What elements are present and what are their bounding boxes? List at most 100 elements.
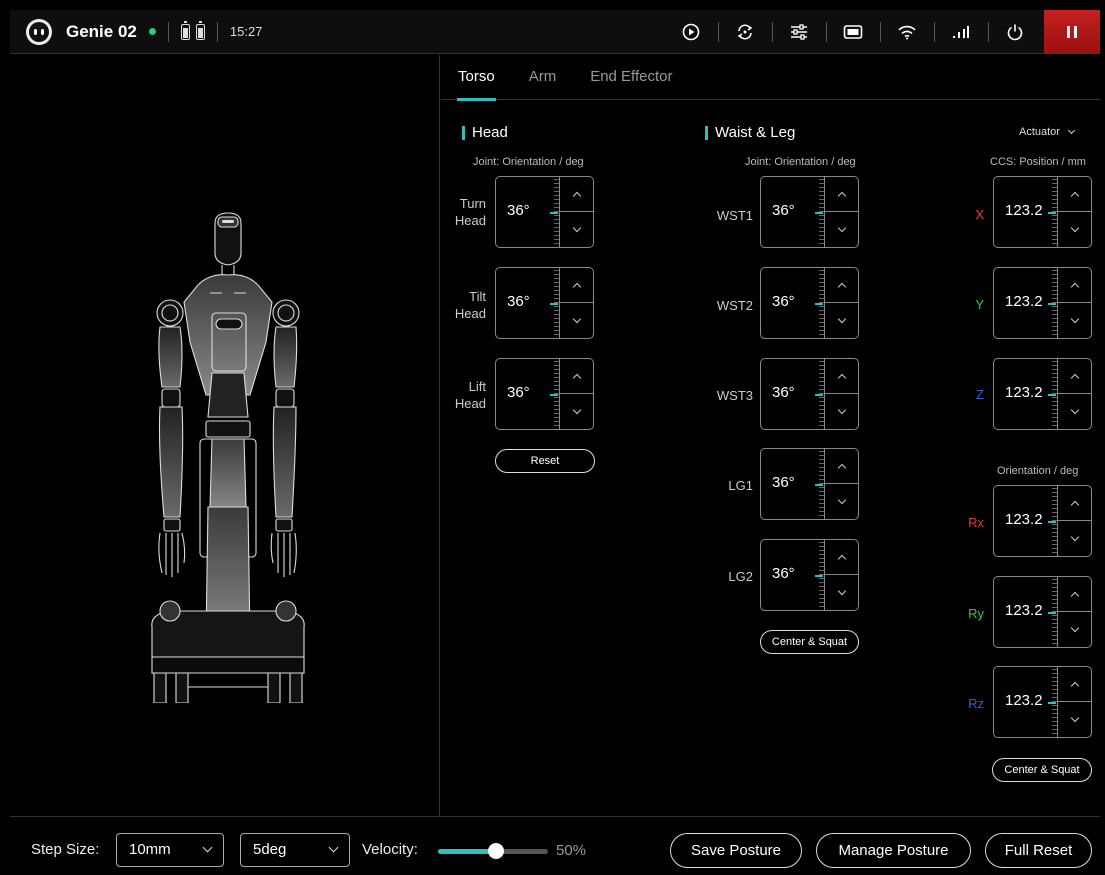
ccs-center-squat-button[interactable]: Center & Squat [992,758,1092,782]
ry-up-button[interactable] [1058,577,1091,612]
lg1-value[interactable]: 36° [772,474,795,491]
tab-bar: Torso Arm End Effector [441,55,1101,101]
ry-value[interactable]: 123.2 [1005,602,1043,619]
wst2-up-button[interactable] [825,268,858,303]
axis-ry-label: Ry [968,606,984,621]
robot-logo-icon [26,18,52,45]
z-down-button[interactable] [1058,394,1091,429]
lg2-value[interactable]: 36° [772,565,795,582]
lg2-stepper[interactable]: 36° [760,539,859,611]
power-icon[interactable] [988,10,1042,54]
wst1-value[interactable]: 36° [772,202,795,219]
manage-posture-button[interactable]: Manage Posture [816,833,971,868]
wst1-stepper[interactable]: 36° [760,176,859,248]
turn-head-down-button[interactable] [560,212,593,247]
play-circle-icon[interactable] [664,10,718,54]
waist-section-title: Waist & Leg [705,124,795,141]
display-icon[interactable] [826,10,880,54]
pause-icon[interactable] [1044,9,1100,54]
rotate-icon[interactable] [718,10,772,54]
lg1-down-button[interactable] [825,484,858,519]
sliders-icon[interactable] [772,10,826,54]
robot-view [10,55,440,816]
x-position-value[interactable]: 123.2 [1005,202,1043,219]
tab-torso[interactable]: Torso [441,55,512,101]
lg2-down-button[interactable] [825,575,858,610]
chevron-down-icon [328,842,339,853]
wst2-value[interactable]: 36° [772,293,795,310]
wst3-stepper[interactable]: 36° [760,358,859,430]
step-mm-select[interactable]: 10mm [116,833,224,867]
ry-down-button[interactable] [1058,612,1091,647]
robot-model-image [151,212,305,703]
step-deg-value[interactable]: 5deg [253,841,286,858]
battery-icon-2 [195,20,205,40]
lg1-up-button[interactable] [825,449,858,484]
lift-head-up-button[interactable] [560,359,593,394]
y-up-button[interactable] [1058,268,1091,303]
tilt-head-value[interactable]: 36° [507,293,530,310]
axis-y-label: Y [975,297,984,312]
head-reset-button[interactable]: Reset [495,449,595,473]
lg1-stepper[interactable]: 36° [760,448,859,520]
tilt-head-stepper[interactable]: 36° [495,267,594,339]
wst3-value[interactable]: 36° [772,384,795,401]
rz-up-button[interactable] [1058,667,1091,702]
online-status-icon [148,28,156,35]
control-panel: Torso Arm End Effector Head Joint: Orien… [441,55,1101,816]
z-up-button[interactable] [1058,359,1091,394]
velocity-percent: 50% [556,842,587,859]
rz-stepper[interactable]: 123.2 [993,666,1092,738]
tilt-head-label: Tilt Head [454,289,486,321]
y-down-button[interactable] [1058,303,1091,338]
signal-icon [934,10,988,54]
ry-stepper[interactable]: 123.2 [993,576,1092,648]
lg2-label: LG2 [728,569,753,584]
wst2-down-button[interactable] [825,303,858,338]
velocity-slider[interactable] [438,843,548,859]
turn-head-up-button[interactable] [560,177,593,212]
waist-center-squat-button[interactable]: Center & Squat [760,630,859,654]
waist-sublabel: Joint: Orientation / deg [745,156,856,168]
wst1-up-button[interactable] [825,177,858,212]
z-position-stepper[interactable]: 123.2 [993,358,1092,430]
lift-head-down-button[interactable] [560,394,593,429]
velocity-slider-thumb[interactable] [488,843,504,859]
lift-head-value[interactable]: 36° [507,384,530,401]
step-mm-value[interactable]: 10mm [129,841,171,858]
z-position-value[interactable]: 123.2 [1005,384,1043,401]
rx-value[interactable]: 123.2 [1005,511,1043,528]
bottom-bar: Step Size: 10mm 5deg Velocity: 50% Save … [10,816,1100,875]
actuator-dropdown-label[interactable]: Actuator [1019,126,1060,138]
rx-down-button[interactable] [1058,521,1091,556]
rx-up-button[interactable] [1058,486,1091,521]
axis-rz-label: Rz [968,696,984,711]
wst1-down-button[interactable] [825,212,858,247]
rx-stepper[interactable]: 123.2 [993,485,1092,557]
save-posture-button[interactable]: Save Posture [670,833,802,868]
wst3-label: WST3 [716,388,753,403]
wifi-icon[interactable] [880,10,934,54]
tilt-head-up-button[interactable] [560,268,593,303]
turn-head-stepper[interactable]: 36° [495,176,594,248]
wst3-down-button[interactable] [825,394,858,429]
lift-head-stepper[interactable]: 36° [495,358,594,430]
tab-end-effector[interactable]: End Effector [573,55,689,100]
step-deg-select[interactable]: 5deg [240,833,350,867]
actuator-dropdown[interactable]: Actuator [1019,126,1076,138]
tab-arm[interactable]: Arm [512,55,574,100]
x-up-button[interactable] [1058,177,1091,212]
tilt-head-down-button[interactable] [560,303,593,338]
wst3-up-button[interactable] [825,359,858,394]
y-position-value[interactable]: 123.2 [1005,293,1043,310]
x-position-stepper[interactable]: 123.2 [993,176,1092,248]
rz-down-button[interactable] [1058,702,1091,737]
wst2-stepper[interactable]: 36° [760,267,859,339]
turn-head-value[interactable]: 36° [507,202,530,219]
full-reset-button[interactable]: Full Reset [985,833,1092,868]
rz-value[interactable]: 123.2 [1005,692,1043,709]
lg1-label: LG1 [728,478,753,493]
x-down-button[interactable] [1058,212,1091,247]
lg2-up-button[interactable] [825,540,858,575]
y-position-stepper[interactable]: 123.2 [993,267,1092,339]
